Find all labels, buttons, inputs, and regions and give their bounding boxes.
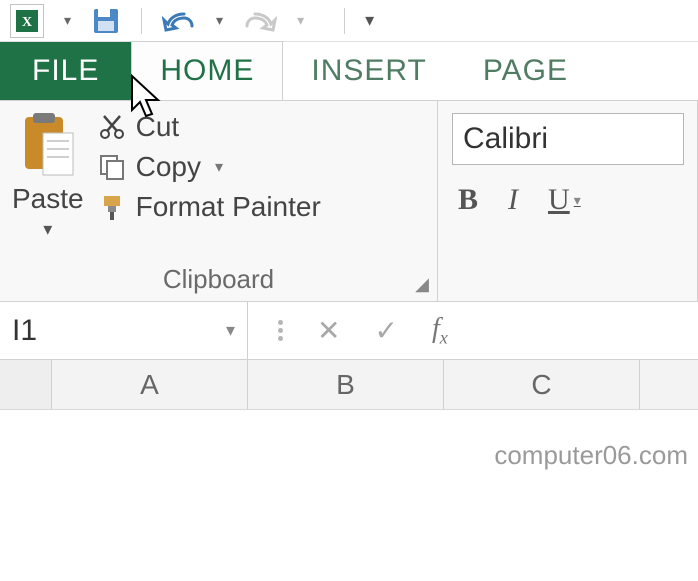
clipboard-group-label: Clipboard (12, 260, 425, 301)
group-font: B I U ▾ (438, 101, 698, 301)
redo-drop-icon[interactable]: ▾ (297, 12, 304, 29)
tab-file[interactable]: FILE (0, 42, 131, 100)
copy-button[interactable]: Copy ▾ (98, 151, 321, 183)
enter-icon[interactable]: ✓ (374, 314, 397, 347)
quick-access-toolbar: X ▾ ▾ ▾ ▾ (0, 0, 698, 42)
paste-button[interactable]: Paste ▾ (12, 111, 92, 260)
qat-customize-icon[interactable]: ▾ (365, 10, 374, 31)
select-all-corner[interactable] (0, 360, 52, 409)
copy-icon (98, 153, 126, 181)
column-header-b[interactable]: B (248, 360, 444, 409)
column-header-a[interactable]: A (52, 360, 248, 409)
column-header-c[interactable]: C (444, 360, 640, 409)
save-icon[interactable] (91, 6, 121, 36)
cut-label: Cut (136, 111, 180, 143)
tab-page-layout[interactable]: PAGE (455, 42, 596, 100)
cut-button[interactable]: Cut (98, 111, 321, 143)
format-painter-button[interactable]: Format Painter (98, 191, 321, 223)
name-box[interactable]: I1 ▾ (0, 302, 248, 359)
bold-button[interactable]: B (458, 183, 478, 217)
paste-label: Paste (12, 183, 84, 215)
ribbon: Paste ▾ Cut (0, 100, 698, 302)
formula-grip-icon (278, 320, 283, 341)
underline-drop-icon[interactable]: ▾ (574, 192, 581, 209)
scissors-icon (98, 113, 126, 141)
redo-icon[interactable] (243, 8, 277, 34)
qat-separator-2 (344, 8, 345, 34)
watermark-text: computer06.com (494, 440, 688, 471)
qat-separator (141, 8, 142, 34)
formula-bar-row: I1 ▾ ✕ ✓ fx (0, 302, 698, 360)
underline-button[interactable]: U ▾ (548, 183, 581, 217)
tab-insert[interactable]: INSERT (283, 42, 454, 100)
clipboard-dialog-launcher-icon[interactable]: ◢ (413, 275, 431, 293)
copy-label: Copy (136, 151, 201, 183)
paste-drop-icon[interactable]: ▾ (43, 219, 52, 240)
paste-icon (19, 111, 77, 179)
name-box-drop-icon[interactable]: ▾ (226, 320, 235, 341)
worksheet: A B C (0, 360, 698, 410)
fx-icon[interactable]: fx (432, 313, 448, 349)
underline-label: U (548, 183, 570, 217)
group-clipboard: Paste ▾ Cut (0, 101, 438, 301)
svg-text:X: X (22, 15, 32, 30)
qat-app-drop-icon[interactable]: ▾ (64, 12, 71, 29)
undo-drop-icon[interactable]: ▾ (216, 12, 223, 29)
undo-icon[interactable] (162, 8, 196, 34)
italic-button[interactable]: I (508, 183, 518, 217)
column-headers: A B C (0, 360, 698, 410)
paintbrush-icon (98, 193, 126, 221)
format-painter-label: Format Painter (136, 191, 321, 223)
copy-drop-icon[interactable]: ▾ (215, 157, 223, 177)
excel-icon[interactable]: X (10, 4, 44, 38)
font-name-input[interactable] (452, 113, 684, 165)
cancel-icon[interactable]: ✕ (317, 314, 340, 347)
ribbon-tabs: FILE HOME INSERT PAGE (0, 42, 698, 100)
tab-home[interactable]: HOME (131, 41, 283, 100)
name-box-value: I1 (12, 314, 37, 348)
